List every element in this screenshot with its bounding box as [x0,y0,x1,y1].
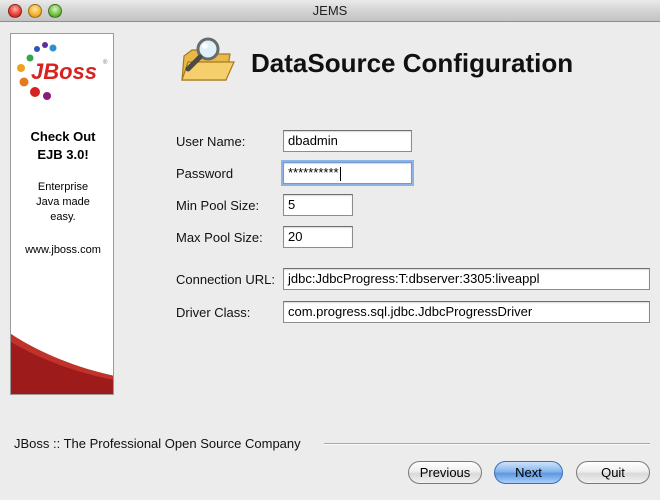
installer-window: JEMS JBoss ® Check Out EJB 3.0! Enterpri… [0,0,660,500]
jboss-logo: JBoss ® [17,42,108,100]
ad-body-text: Enterprise Java made easy. [36,181,90,223]
max-pool-size-field[interactable]: 20 [283,226,353,248]
password-value: ********** [288,165,339,180]
min-pool-size-label: Min Pool Size: [176,198,260,213]
password-label: Password [176,166,234,181]
driver-class-label: Driver Class: [176,305,251,320]
next-button[interactable]: Next [494,461,563,484]
connection-url-field[interactable]: jdbc:JdbcProgress:T:dbserver:3305:liveap… [283,268,650,290]
max-pool-size-label: Max Pool Size: [176,230,263,245]
previous-button[interactable]: Previous [408,461,482,484]
footer-company-text: JBoss :: The Professional Open Source Co… [14,436,301,451]
driver-class-field[interactable]: com.progress.sql.jdbc.JdbcProgressDriver [283,301,650,323]
text-caret [339,166,341,181]
quit-button[interactable]: Quit [576,461,650,484]
min-pool-size-field[interactable]: 5 [283,194,353,216]
page-title: DataSource Configuration [251,48,574,78]
footer-divider [324,443,650,445]
window-title: JEMS [312,3,348,18]
title-bar[interactable]: JEMS [0,0,660,22]
sidebar-ad: JBoss ® Check Out EJB 3.0! Enterprise Ja… [10,33,114,395]
connection-url-label: Connection URL: [176,272,275,287]
user-name-label: User Name: [176,134,246,149]
ad-headline: Check Out EJB 3.0! [30,129,96,162]
svg-text:®: ® [103,59,108,66]
folder-magnifier-icon [181,37,235,81]
ad-url-link[interactable]: www.jboss.com [11,244,113,256]
ad-decorative-swoosh [11,334,113,394]
password-field[interactable]: ********** [283,162,412,184]
svg-text:JBoss: JBoss [31,59,97,84]
user-name-field[interactable]: dbadmin [283,130,412,152]
